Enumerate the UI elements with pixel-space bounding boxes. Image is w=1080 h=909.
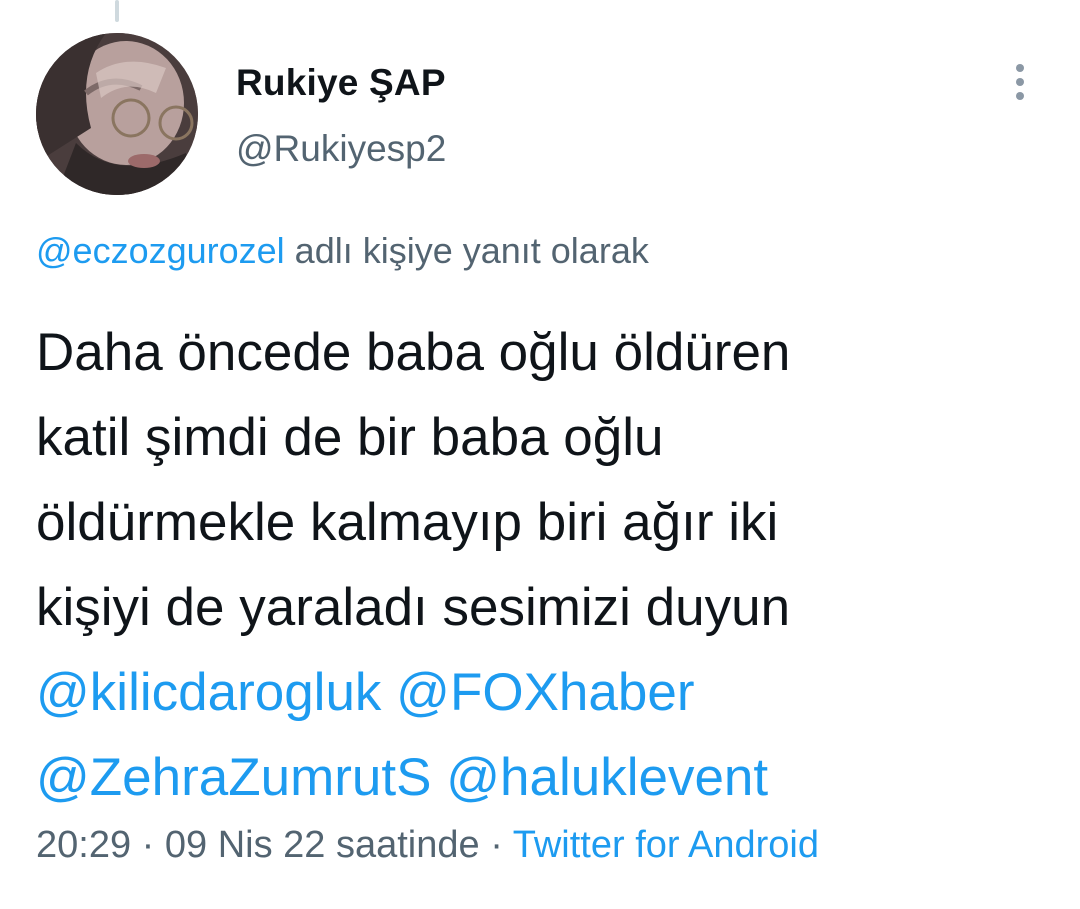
- vertical-ellipsis-icon: [1016, 78, 1024, 86]
- tweet-source-link[interactable]: Twitter for Android: [513, 824, 819, 866]
- mention-link[interactable]: @kilicdarogluk: [36, 663, 381, 722]
- tweet-meta: 20:29 · 09 Nis 22 saatinde · Twitter for…: [36, 824, 819, 867]
- tweet-date[interactable]: 09 Nis 22 saatinde: [165, 824, 480, 866]
- vertical-ellipsis-icon: [1016, 92, 1024, 100]
- tweet-mentions-line: @kilicdarogluk @FOXhaber: [36, 650, 1046, 735]
- tweet-text-line: katil şimdi de bir baba oğlu: [36, 408, 664, 467]
- tweet-text-line: kişiyi de yaraladı sesimizi duyun: [36, 578, 791, 637]
- user-handle[interactable]: @Rukiyesp2: [236, 128, 446, 170]
- mention-link[interactable]: @haluklevent: [446, 748, 768, 807]
- meta-separator: ·: [131, 824, 165, 866]
- mention-link[interactable]: @FOXhaber: [396, 663, 694, 722]
- more-options-button[interactable]: [1004, 60, 1036, 104]
- reply-context-text: adlı kişiye yanıt olarak: [284, 230, 649, 271]
- display-name[interactable]: Rukiye ŞAP: [236, 62, 446, 104]
- tweet-text-line: öldürmekle kalmayıp biri ağır iki: [36, 493, 779, 552]
- tweet-text-line: Daha öncede baba oğlu öldüren: [36, 323, 791, 382]
- tweet-time[interactable]: 20:29: [36, 824, 131, 866]
- reply-mention-link[interactable]: @eczozgurozel: [36, 230, 285, 271]
- vertical-ellipsis-icon: [1016, 64, 1024, 72]
- tweet-text: Daha öncede baba oğlu öldüren katil şimd…: [36, 310, 1046, 820]
- mention-link[interactable]: @ZehraZumrutS: [36, 748, 431, 807]
- tweet-mentions-line: @ZehraZumrutS @haluklevent: [36, 735, 1046, 820]
- avatar[interactable]: [36, 33, 198, 195]
- avatar-image: [36, 33, 198, 195]
- meta-separator: ·: [479, 824, 513, 866]
- reply-context: @eczozgurozel adlı kişiye yanıt olarak: [36, 230, 649, 272]
- thread-connector-line: [115, 0, 119, 22]
